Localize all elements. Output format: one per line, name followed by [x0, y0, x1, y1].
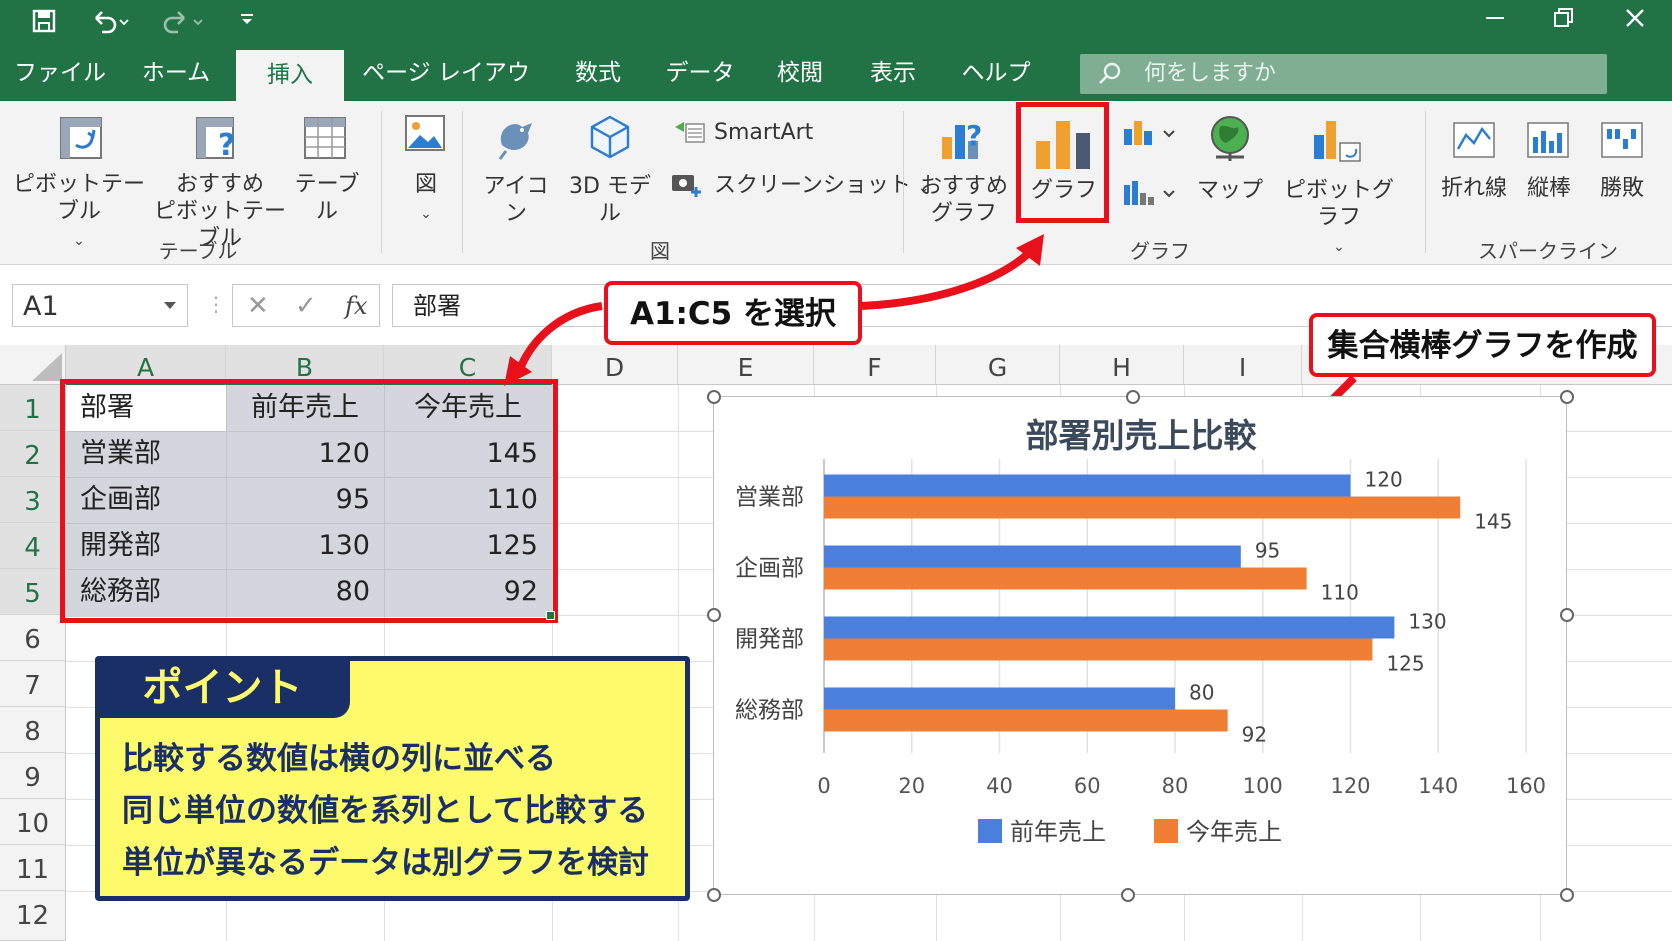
bar-chart: 部署別売上比較 0 20 40 60 80 100 120 140 160 営業部 120 145 企画部… — [735, 416, 1546, 846]
bar — [824, 496, 1461, 519]
point-line-2: 同じ単位の数値を系列として比較する — [122, 793, 649, 829]
data-label: 95 — [1255, 539, 1280, 563]
x-tick-label: 0 — [817, 774, 830, 798]
category-label: 企画部 — [735, 556, 804, 582]
resize-handle[interactable] — [707, 888, 721, 902]
data-label: 125 — [1386, 652, 1424, 676]
resize-handle[interactable] — [707, 390, 721, 404]
x-tick-label: 100 — [1243, 774, 1283, 798]
resize-handle[interactable] — [1560, 888, 1574, 902]
callout-select-range: A1:C5 を選択 — [604, 281, 862, 345]
legend-label: 前年売上 — [1010, 818, 1106, 846]
resize-handle[interactable] — [1121, 888, 1135, 902]
legend-swatch — [1154, 819, 1178, 843]
resize-handle[interactable] — [707, 608, 721, 622]
bar — [824, 709, 1228, 732]
resize-handle[interactable] — [1126, 390, 1140, 404]
bar — [824, 545, 1241, 568]
data-label: 145 — [1474, 510, 1512, 534]
x-tick-label: 120 — [1330, 774, 1370, 798]
x-tick-label: 60 — [1074, 774, 1101, 798]
chart-title: 部署別売上比較 — [1026, 416, 1258, 455]
x-tick-label: 160 — [1506, 774, 1546, 798]
resize-handle[interactable] — [1560, 608, 1574, 622]
x-tick-label: 40 — [986, 774, 1013, 798]
data-label: 110 — [1321, 581, 1359, 605]
data-label: 120 — [1365, 468, 1403, 492]
data-label: 130 — [1408, 610, 1446, 634]
data-label: 80 — [1189, 681, 1214, 705]
chart-area[interactable]: 部署別売上比較 0 20 40 60 80 100 120 140 160 営業部 120 145 企画部… — [713, 396, 1567, 895]
x-tick-label: 80 — [1162, 774, 1189, 798]
x-tick-label: 20 — [898, 774, 925, 798]
category-label: 総務部 — [735, 698, 804, 724]
point-line-3: 単位が異なるデータは別グラフを検討 — [122, 845, 649, 881]
point-tag: ポイント — [95, 656, 350, 718]
category-label: 開発部 — [735, 627, 804, 653]
bar — [824, 638, 1373, 661]
bar — [824, 474, 1351, 497]
x-tick-label: 140 — [1418, 774, 1458, 798]
bar — [824, 567, 1307, 590]
bar — [824, 687, 1175, 710]
point-line-1: 比較する数値は横の列に並べる — [122, 741, 556, 777]
resize-handle[interactable] — [1560, 390, 1574, 404]
data-label: 92 — [1242, 723, 1267, 747]
point-title: ポイント — [142, 665, 303, 711]
point-box: ポイント 比較する数値は横の列に並べる 同じ単位の数値を系列として比較する 単位… — [95, 656, 690, 901]
callout-create-chart: 集合横棒グラフを作成 — [1309, 313, 1656, 377]
legend-swatch — [978, 819, 1002, 843]
category-label: 営業部 — [735, 485, 804, 511]
legend-label: 今年売上 — [1186, 818, 1282, 846]
bar — [824, 616, 1395, 639]
